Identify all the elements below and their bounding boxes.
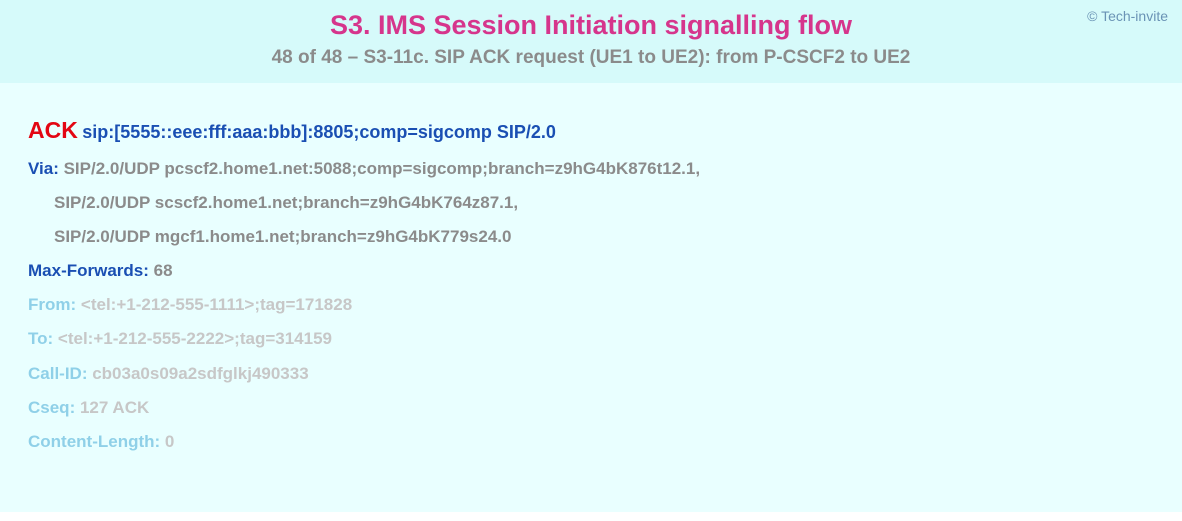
request-line: ACK sip:[5555::eee:fff:aaa:bbb]:8805;com… (28, 117, 1154, 144)
to-label: To: (28, 329, 53, 348)
max-forwards-header: Max-Forwards: 68 (28, 260, 1154, 282)
call-id-value: cb03a0s09a2sdfglkj490333 (88, 364, 309, 383)
from-value: <tel:+1-212-555-1111>;tag=171828 (76, 295, 352, 314)
sip-message-content: ACK sip:[5555::eee:fff:aaa:bbb]:8805;com… (0, 83, 1182, 512)
copyright-text: © Tech-invite (1087, 8, 1168, 24)
header-banner: © Tech-invite S3. IMS Session Initiation… (0, 0, 1182, 83)
to-header: To: <tel:+1-212-555-2222>;tag=314159 (28, 328, 1154, 350)
call-id-label: Call-ID: (28, 364, 88, 383)
cseq-label: Cseq: (28, 398, 75, 417)
content-length-value: 0 (160, 432, 174, 451)
via-header-line3: SIP/2.0/UDP mgcf1.home1.net;branch=z9hG4… (54, 226, 1154, 248)
from-label: From: (28, 295, 76, 314)
via-header-line2: SIP/2.0/UDP scscf2.home1.net;branch=z9hG… (54, 192, 1154, 214)
max-forwards-value: 68 (149, 261, 173, 280)
call-id-header: Call-ID: cb03a0s09a2sdfglkj490333 (28, 363, 1154, 385)
cseq-header: Cseq: 127 ACK (28, 397, 1154, 419)
content-length-header: Content-Length: 0 (28, 431, 1154, 453)
cseq-value: 127 ACK (75, 398, 149, 417)
via-label: Via: (28, 159, 59, 178)
via-header-line1: Via: SIP/2.0/UDP pcscf2.home1.net:5088;c… (28, 158, 1154, 180)
max-forwards-label: Max-Forwards: (28, 261, 149, 280)
via-value-3: SIP/2.0/UDP mgcf1.home1.net;branch=z9hG4… (54, 227, 511, 246)
via-value-2: SIP/2.0/UDP scscf2.home1.net;branch=z9hG… (54, 193, 518, 212)
from-header: From: <tel:+1-212-555-1111>;tag=171828 (28, 294, 1154, 316)
content-length-label: Content-Length: (28, 432, 160, 451)
sip-method: ACK (28, 117, 78, 143)
sip-request-uri: sip:[5555::eee:fff:aaa:bbb]:8805;comp=si… (82, 122, 556, 142)
to-value: <tel:+1-212-555-2222>;tag=314159 (53, 329, 332, 348)
page-title: S3. IMS Session Initiation signalling fl… (20, 10, 1162, 41)
page-subtitle: 48 of 48 – S3-11c. SIP ACK request (UE1 … (20, 47, 1162, 69)
via-value-1: SIP/2.0/UDP pcscf2.home1.net:5088;comp=s… (59, 159, 700, 178)
